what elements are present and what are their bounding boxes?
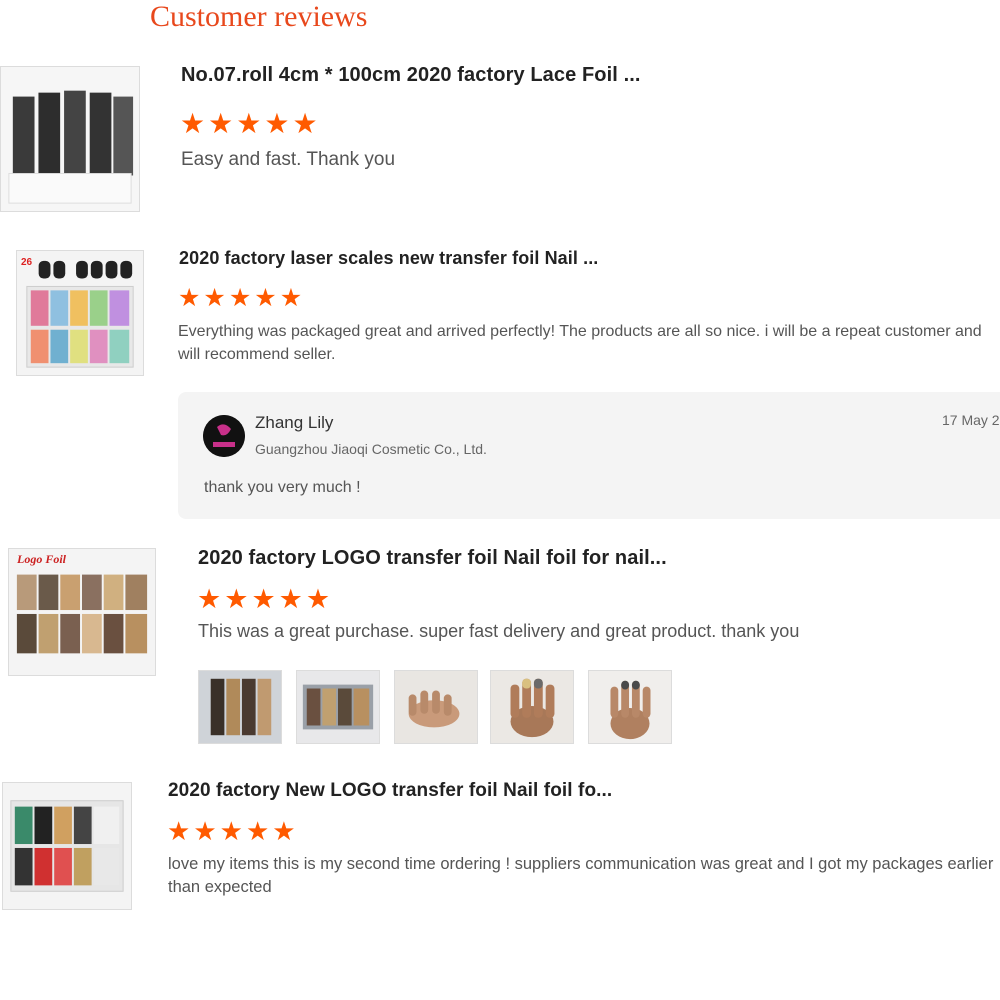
star-rating: ★ ★ ★ ★ ★ <box>197 586 333 613</box>
review-text: Everything was packaged great and arrive… <box>178 323 982 363</box>
star-icon: ★ <box>254 284 277 312</box>
review-photo[interactable] <box>198 670 282 744</box>
review-text: love my items this is my second time ord… <box>168 855 994 896</box>
star-icon: ★ <box>203 284 226 312</box>
star-icon: ★ <box>228 284 252 312</box>
star-icon: ★ <box>208 108 234 139</box>
star-icon: ★ <box>264 108 290 139</box>
thumbnail-label: Logo Foil <box>17 552 67 566</box>
star-icon: ★ <box>292 108 318 139</box>
product-title-link[interactable]: No.07.roll 4cm * 100cm 2020 factory Lace… <box>181 64 641 87</box>
star-icon: ★ <box>251 584 276 614</box>
thumbnail-number-label: 26 <box>21 257 33 268</box>
product-thumbnail[interactable]: 26 <box>16 250 144 376</box>
star-icon: ★ <box>180 108 206 139</box>
review-photo[interactable] <box>296 670 380 744</box>
star-icon: ★ <box>178 284 201 312</box>
product-title-link[interactable]: 2020 factory laser scales new transfer f… <box>179 248 598 269</box>
product-thumbnail[interactable] <box>2 782 132 910</box>
reply-date: 17 May 2 <box>942 412 1000 428</box>
review-photo[interactable] <box>490 670 574 744</box>
star-icon: ★ <box>224 584 249 614</box>
star-icon: ★ <box>272 816 296 846</box>
review-text: This was a great purchase. super fast de… <box>198 621 800 641</box>
product-thumbnail[interactable]: Logo Foil <box>8 548 156 676</box>
product-thumbnail[interactable] <box>0 66 140 212</box>
product-title-link[interactable]: 2020 factory New LOGO transfer foil Nail… <box>168 780 612 802</box>
seller-reply-text: thank you very much ! <box>204 479 361 496</box>
seller-company: Guangzhou Jiaoqi Cosmetic Co., Ltd. <box>255 441 487 457</box>
star-icon: ★ <box>279 284 303 312</box>
star-icon: ★ <box>167 816 191 846</box>
page-heading: Customer reviews <box>150 0 368 33</box>
product-title-link[interactable]: 2020 factory LOGO transfer foil Nail foi… <box>198 547 667 570</box>
review-photo[interactable] <box>394 670 478 744</box>
star-rating: ★ ★ ★ ★ ★ <box>167 818 299 844</box>
star-rating: ★ ★ ★ ★ ★ <box>180 110 321 138</box>
review-photo[interactable] <box>588 670 672 744</box>
review-text: Easy and fast. Thank you <box>181 149 396 170</box>
star-icon: ★ <box>278 584 303 614</box>
star-icon: ★ <box>219 816 243 846</box>
star-icon: ★ <box>197 584 222 614</box>
star-icon: ★ <box>193 816 217 846</box>
star-icon: ★ <box>245 816 270 846</box>
seller-avatar <box>203 415 245 457</box>
star-icon: ★ <box>305 584 331 614</box>
seller-name: Zhang Lily <box>255 413 334 432</box>
star-icon: ★ <box>236 108 262 139</box>
star-rating: ★ ★ ★ ★ ★ <box>178 286 305 311</box>
